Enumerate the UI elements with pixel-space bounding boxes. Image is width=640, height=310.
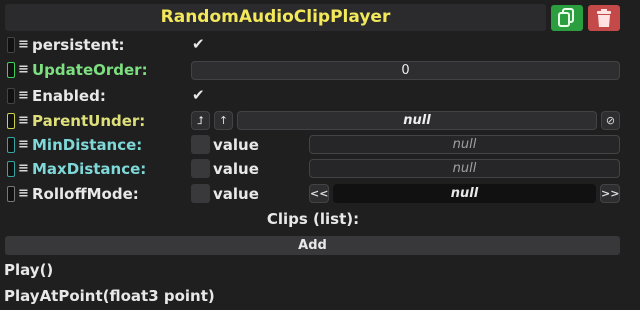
drag-handle[interactable] <box>7 62 15 78</box>
max-distance-value-label: value <box>213 160 259 178</box>
drag-handle[interactable] <box>7 137 15 153</box>
clips-list-title: Clips (list): <box>266 210 360 228</box>
update-order-label: UpdateOrder: <box>32 61 148 79</box>
max-distance-input[interactable]: null <box>309 159 620 178</box>
menu-icon[interactable]: ≡ <box>18 186 29 201</box>
max-distance-label: MaxDistance: <box>32 160 147 178</box>
clear-reference-button[interactable]: ⊘ <box>601 111 620 130</box>
enabled-checkbox[interactable]: ✔ <box>192 86 205 104</box>
parent-button[interactable]: ↑ <box>214 111 233 130</box>
persistent-label: persistent: <box>32 36 125 54</box>
play-method-button[interactable]: Play() <box>4 261 53 279</box>
rolloff-mode-label: RolloffMode: <box>32 185 139 203</box>
menu-icon[interactable]: ≡ <box>18 62 29 77</box>
menu-icon[interactable]: ≡ <box>18 161 29 176</box>
min-distance-override-checkbox[interactable] <box>191 135 210 154</box>
rolloff-mode-select[interactable]: null <box>333 184 596 203</box>
min-distance-input[interactable]: null <box>309 135 620 154</box>
parent-under-label: ParentUnder: <box>32 112 146 130</box>
drag-handle[interactable] <box>7 37 15 53</box>
drag-handle[interactable] <box>7 161 15 177</box>
component-title: RandomAudioClipPlayer <box>160 7 391 27</box>
drag-handle[interactable] <box>7 113 15 129</box>
delete-button[interactable] <box>588 5 620 31</box>
menu-icon[interactable]: ≡ <box>18 113 29 128</box>
menu-icon[interactable]: ≡ <box>18 37 29 52</box>
menu-icon[interactable]: ≡ <box>18 88 29 103</box>
min-distance-value-label: value <box>213 136 259 154</box>
parent-under-field[interactable]: null <box>237 111 597 130</box>
rolloff-next-button[interactable]: >> <box>600 184 620 203</box>
drag-handle[interactable] <box>7 186 15 202</box>
copy-icon <box>558 8 574 27</box>
menu-icon[interactable]: ≡ <box>18 137 29 152</box>
jump-to-button[interactable]: ⮥ <box>191 111 210 130</box>
copy-button[interactable] <box>551 5 583 31</box>
enabled-label: Enabled: <box>32 87 106 105</box>
update-order-input[interactable]: 0 <box>191 61 620 80</box>
min-distance-label: MinDistance: <box>32 136 143 154</box>
rolloff-mode-override-checkbox[interactable] <box>191 184 210 203</box>
max-distance-override-checkbox[interactable] <box>191 159 210 178</box>
drag-handle[interactable] <box>7 88 15 104</box>
rolloff-mode-value-label: value <box>213 185 259 203</box>
rolloff-prev-button[interactable]: << <box>309 184 329 203</box>
persistent-checkbox[interactable]: ✔ <box>192 35 205 53</box>
add-clip-button[interactable]: Add <box>5 236 620 255</box>
play-at-point-method-button[interactable]: PlayAtPoint(float3 point) <box>4 287 215 305</box>
trash-icon <box>597 9 611 27</box>
